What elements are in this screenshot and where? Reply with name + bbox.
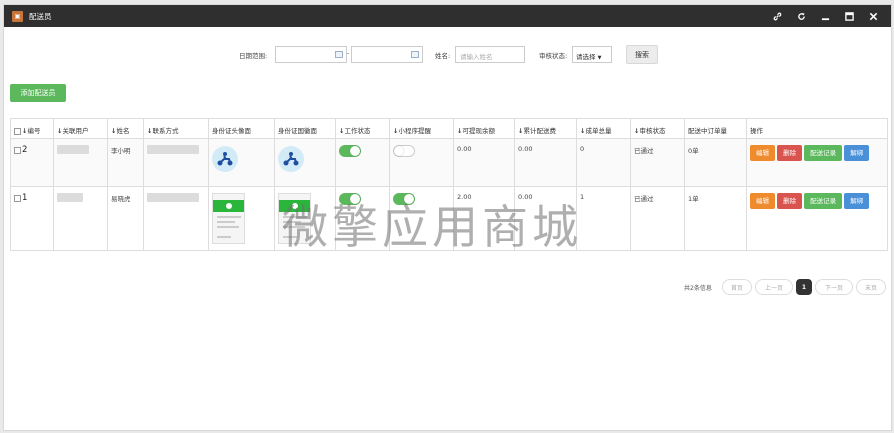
scooter-icon[interactable] [212, 146, 238, 172]
cell-id-front [208, 138, 275, 187]
cell-contact [143, 138, 209, 187]
link-icon[interactable] [765, 5, 789, 27]
cell-id-front [208, 186, 275, 251]
work-status-toggle[interactable] [339, 145, 361, 157]
scooter-icon[interactable] [278, 146, 304, 172]
cell-delivering: 1单 [684, 186, 747, 251]
chevron-down-icon: ▼ [597, 55, 602, 61]
cell-actions: 编辑 删除 配送记录 解绑 [746, 138, 888, 187]
minimize-icon[interactable] [813, 5, 837, 27]
delete-button[interactable]: 删除 [777, 145, 803, 161]
cell-work-status [335, 138, 390, 187]
header-user[interactable]: ↓关联用户 [53, 118, 108, 139]
window-controls [765, 5, 885, 27]
watermark: 微擎应用商城 [282, 200, 582, 254]
blurred-user [57, 145, 89, 154]
cell-total-fee: 0.00 [514, 138, 577, 187]
header-total-fee[interactable]: ↓累计配送费 [514, 118, 577, 139]
cell-user [53, 186, 108, 251]
header-orders[interactable]: ↓成单总量 [576, 118, 631, 139]
last-page-button[interactable]: 末页 [856, 279, 886, 295]
header-id[interactable]: ↓编号 [10, 118, 54, 139]
row-checkbox[interactable] [14, 194, 21, 202]
refresh-icon[interactable] [789, 5, 813, 27]
table-row: 2 李小明 0.00 0.00 0 已通过 0单 编辑 删除 配送记录 解绑 [10, 138, 888, 187]
header-name[interactable]: ↓姓名 [107, 118, 144, 139]
search-button[interactable]: 搜索 [626, 45, 658, 64]
cell-withdrawable: 0.00 [453, 138, 515, 187]
status-select[interactable]: 请选择 ▼ [572, 46, 612, 63]
calendar-icon [335, 51, 343, 58]
records-button[interactable]: 配送记录 [804, 193, 843, 209]
edit-button[interactable]: 编辑 [750, 145, 775, 161]
blurred-user [57, 193, 83, 202]
blurred-contact [147, 193, 199, 202]
current-page[interactable]: 1 [796, 279, 812, 295]
next-page-button[interactable]: 下一页 [815, 279, 853, 295]
window-title: 配送员 [29, 11, 52, 21]
first-page-button[interactable]: 首页 [722, 279, 752, 295]
cell-orders: 0 [576, 138, 631, 187]
records-button[interactable]: 配送记录 [804, 145, 843, 161]
header-work-status[interactable]: ↓工作状态 [335, 118, 390, 139]
unbind-button[interactable]: 解绑 [844, 145, 870, 161]
blurred-contact [147, 145, 199, 154]
id-photo-thumbnail[interactable] [212, 193, 245, 244]
cell-id: 1 [10, 186, 54, 251]
maximize-icon[interactable] [837, 5, 861, 27]
date-end-input[interactable] [351, 46, 423, 63]
filter-bar: 日期范围: - 姓名: 请输入姓名 审核状态: 请选择 ▼ 搜索 [4, 45, 891, 65]
status-select-value: 请选择 [576, 53, 596, 61]
header-delivering: 配送中订单量 [684, 118, 747, 139]
name-input[interactable]: 请输入姓名 [455, 46, 525, 63]
title-bar: ▣ 配送员 [4, 5, 891, 27]
date-separator: - [347, 49, 350, 57]
cell-contact [143, 186, 209, 251]
cell-name: 易晓虎 [107, 186, 144, 251]
name-label: 姓名: [435, 52, 451, 60]
cell-name: 李小明 [107, 138, 144, 187]
select-all-checkbox[interactable] [14, 127, 21, 135]
pagination-info: 共2条信息 [684, 285, 712, 292]
header-actions: 操作 [746, 118, 888, 139]
cell-actions: 编辑 删除 配送记录 解绑 [746, 186, 888, 251]
date-start-input[interactable] [275, 46, 347, 63]
name-input-placeholder: 请输入姓名 [460, 53, 493, 61]
edit-button[interactable]: 编辑 [750, 193, 775, 209]
header-id-back: 身份证国徽面 [274, 118, 336, 139]
cell-id-back [274, 138, 336, 187]
header-remind[interactable]: ↓小程序提醒 [389, 118, 454, 139]
date-range-label: 日期范围: [239, 52, 268, 60]
delete-button[interactable]: 删除 [777, 193, 803, 209]
calendar-icon [411, 51, 419, 58]
header-contact[interactable]: ↓联系方式 [143, 118, 209, 139]
header-withdrawable[interactable]: ↓可提现余额 [453, 118, 515, 139]
close-icon[interactable] [861, 5, 885, 27]
pagination: 共2条信息 首页 上一页 1 下一页 末页 [4, 279, 891, 295]
row-checkbox[interactable] [14, 146, 21, 154]
cell-audit: 已通过 [630, 138, 685, 187]
unbind-button[interactable]: 解绑 [844, 193, 870, 209]
cell-delivering: 0单 [684, 138, 747, 187]
cell-remind [389, 138, 454, 187]
cell-audit: 已通过 [630, 186, 685, 251]
header-audit[interactable]: ↓审核状态 [630, 118, 685, 139]
remind-toggle[interactable] [393, 145, 415, 157]
header-id-front: 身份证头像面 [208, 118, 275, 139]
app-icon: ▣ [12, 10, 23, 22]
app-window: ▣ 配送员 日期范围: - 姓名: 请输入姓名 审核状态: 请选择 ▼ 搜索 添… [3, 4, 892, 431]
cell-orders: 1 [576, 186, 631, 251]
cell-id: 2 [10, 138, 54, 187]
cell-user [53, 138, 108, 187]
status-label: 审核状态: [539, 52, 568, 60]
table-header-row: ↓编号 ↓关联用户 ↓姓名 ↓联系方式 身份证头像面 身份证国徽面 ↓工作状态 … [10, 118, 888, 139]
prev-page-button[interactable]: 上一页 [755, 279, 793, 295]
add-courier-button[interactable]: 添加配送员 [10, 84, 66, 102]
